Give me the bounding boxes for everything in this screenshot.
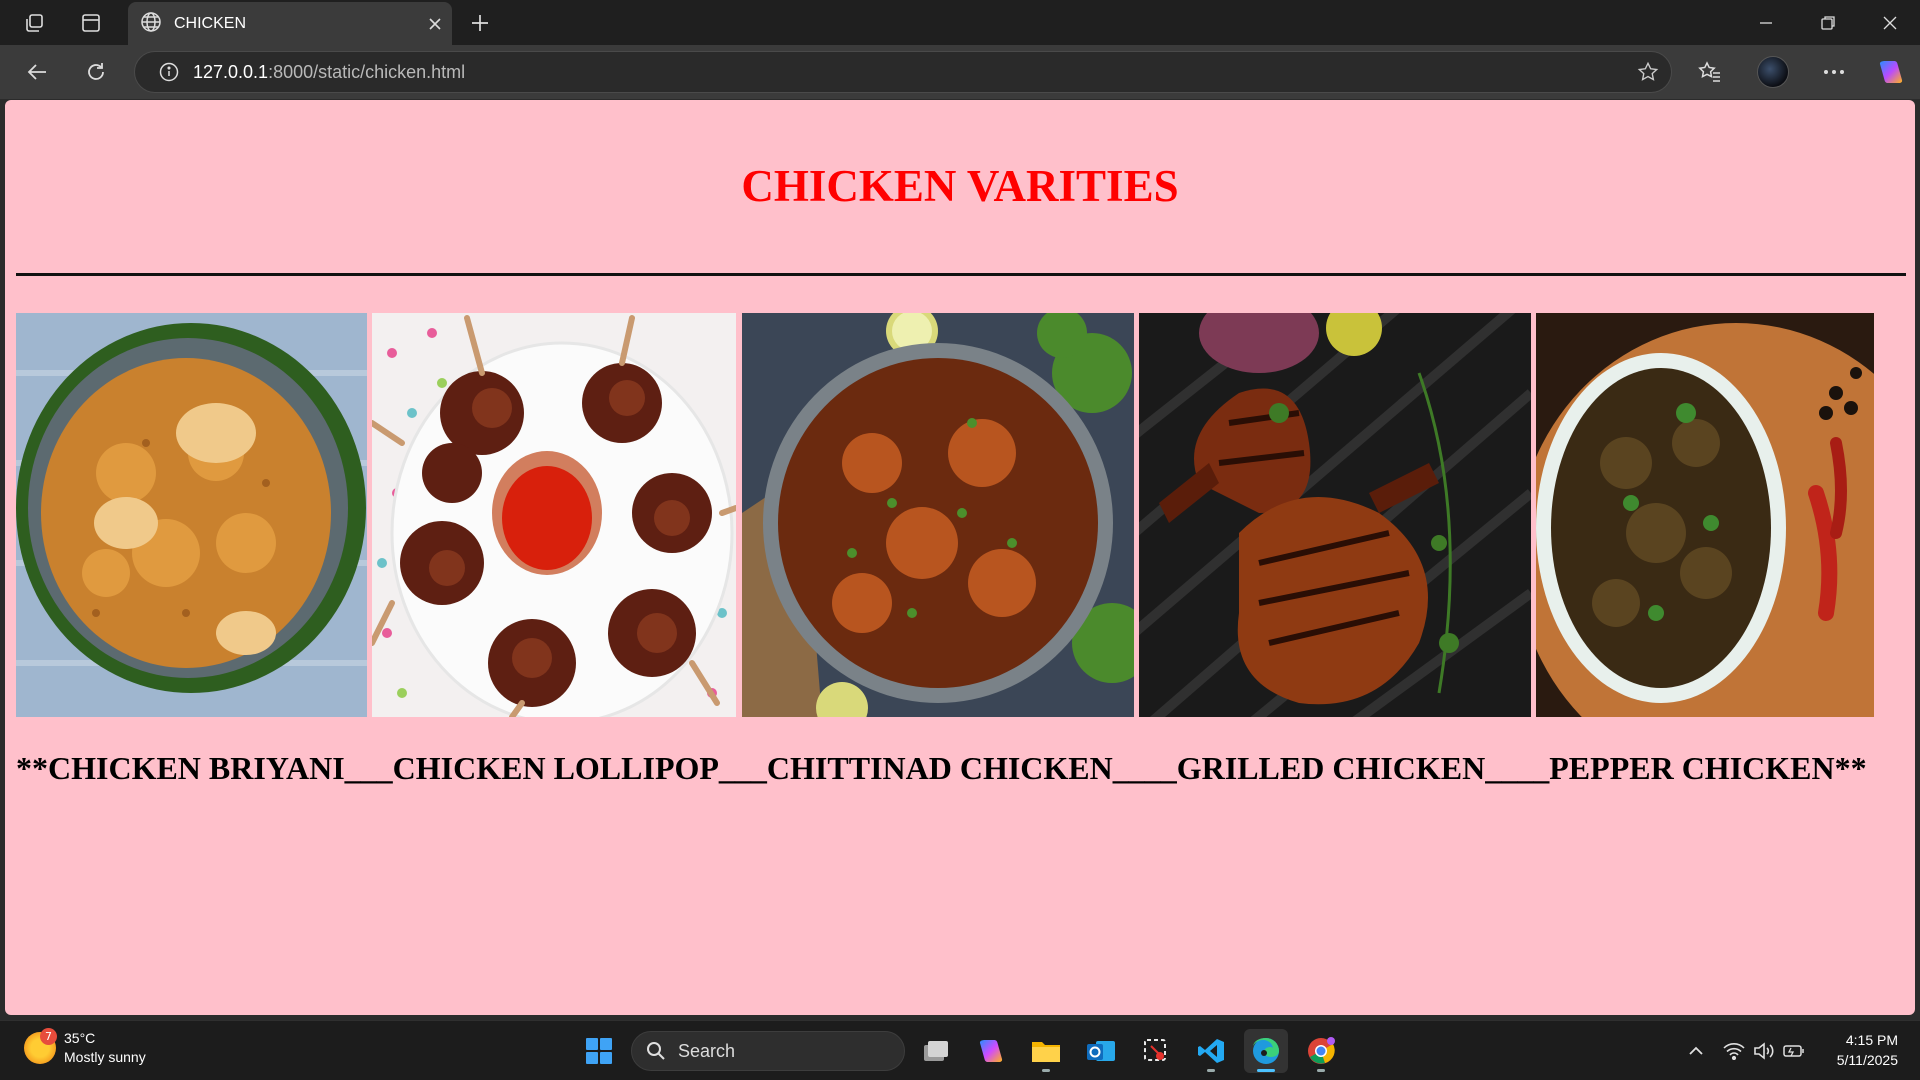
workspaces-icon[interactable] <box>16 6 52 40</box>
site-info-icon[interactable] <box>159 62 179 82</box>
chicken-list-caption: **CHICKEN BRIYANI___CHICKEN LOLLIPOP___C… <box>16 750 1867 786</box>
clock-date: 5/11/2025 <box>1836 1052 1898 1068</box>
address-bar[interactable]: 127.0.0.1:8000/static/chicken.html <box>134 51 1672 93</box>
task-view-icon[interactable] <box>914 1029 958 1073</box>
wifi-icon[interactable] <box>1720 1037 1748 1065</box>
running-indicator <box>1042 1069 1050 1072</box>
chevron-up-icon[interactable] <box>1682 1037 1710 1065</box>
taskbar-search[interactable]: Search <box>631 1031 905 1071</box>
running-indicator <box>1207 1069 1215 1072</box>
more-options-icon[interactable] <box>1816 54 1852 90</box>
back-icon[interactable] <box>19 54 55 90</box>
weather-widget[interactable]: 7 35°C Mostly sunny <box>24 1028 146 1067</box>
vscode-icon[interactable] <box>1189 1029 1233 1073</box>
favorites-icon[interactable] <box>1692 54 1728 90</box>
search-icon <box>646 1041 666 1061</box>
volume-icon[interactable] <box>1750 1037 1778 1065</box>
page-heading: CHICKEN VARITIES <box>741 161 1179 211</box>
copilot-taskbar-icon[interactable] <box>969 1029 1013 1073</box>
search-label: Search <box>678 1040 736 1061</box>
battery-icon[interactable] <box>1780 1037 1808 1065</box>
page-viewport: CHICKEN VARITIES **CHICKEN BRIYANI___CHI… <box>5 100 1915 1015</box>
tab-title: CHICKEN <box>174 14 247 32</box>
tab-actions-icon[interactable] <box>73 6 109 40</box>
weather-desc: Mostly sunny <box>64 1049 146 1065</box>
running-indicator <box>1317 1069 1325 1072</box>
chicken-briyani-image <box>16 313 367 717</box>
horizontal-rule <box>16 273 1906 276</box>
new-tab-icon[interactable] <box>462 6 498 40</box>
reload-icon[interactable] <box>78 54 114 90</box>
tab-strip: CHICKEN <box>0 0 1920 45</box>
minimize-icon[interactable] <box>1735 0 1797 45</box>
url-text[interactable]: 127.0.0.1:8000/static/chicken.html <box>193 62 1637 83</box>
snipping-tool-icon[interactable] <box>1134 1029 1178 1073</box>
weather-temp: 35°C <box>64 1030 96 1046</box>
url-host: 127.0.0.1 <box>193 61 269 82</box>
chrome-icon[interactable] <box>1299 1029 1343 1073</box>
globe-icon <box>140 11 162 37</box>
restore-icon[interactable] <box>1797 0 1859 45</box>
pepper-chicken-image <box>1536 313 1874 717</box>
system-clock[interactable]: 4:15 PM 5/11/2025 <box>1837 1030 1898 1070</box>
copilot-icon[interactable] <box>1873 54 1909 90</box>
grilled-chicken-image <box>1139 313 1531 717</box>
outlook-icon[interactable] <box>1079 1029 1123 1073</box>
clock-time: 4:15 PM <box>1845 1032 1898 1048</box>
profile-avatar[interactable] <box>1757 56 1789 88</box>
url-path: :8000/static/chicken.html <box>268 61 466 82</box>
edge-icon[interactable] <box>1244 1029 1288 1073</box>
close-window-icon[interactable] <box>1859 0 1920 45</box>
taskbar: 7 35°C Mostly sunny Search 4:15 PM 5/11/… <box>0 1020 1920 1080</box>
close-tab-icon[interactable] <box>428 17 442 31</box>
sun-icon: 7 <box>24 1028 57 1064</box>
start-button[interactable] <box>577 1029 621 1073</box>
file-explorer-icon[interactable] <box>1024 1029 1068 1073</box>
favorite-star-icon[interactable] <box>1637 61 1659 83</box>
active-indicator <box>1257 1069 1275 1072</box>
browser-toolbar: 127.0.0.1:8000/static/chicken.html <box>0 45 1920 99</box>
weather-badge: 7 <box>40 1028 57 1045</box>
chicken-lollipop-image <box>372 313 736 717</box>
chittinad-chicken-image <box>742 313 1134 717</box>
tab-chicken[interactable]: CHICKEN <box>128 2 452 45</box>
